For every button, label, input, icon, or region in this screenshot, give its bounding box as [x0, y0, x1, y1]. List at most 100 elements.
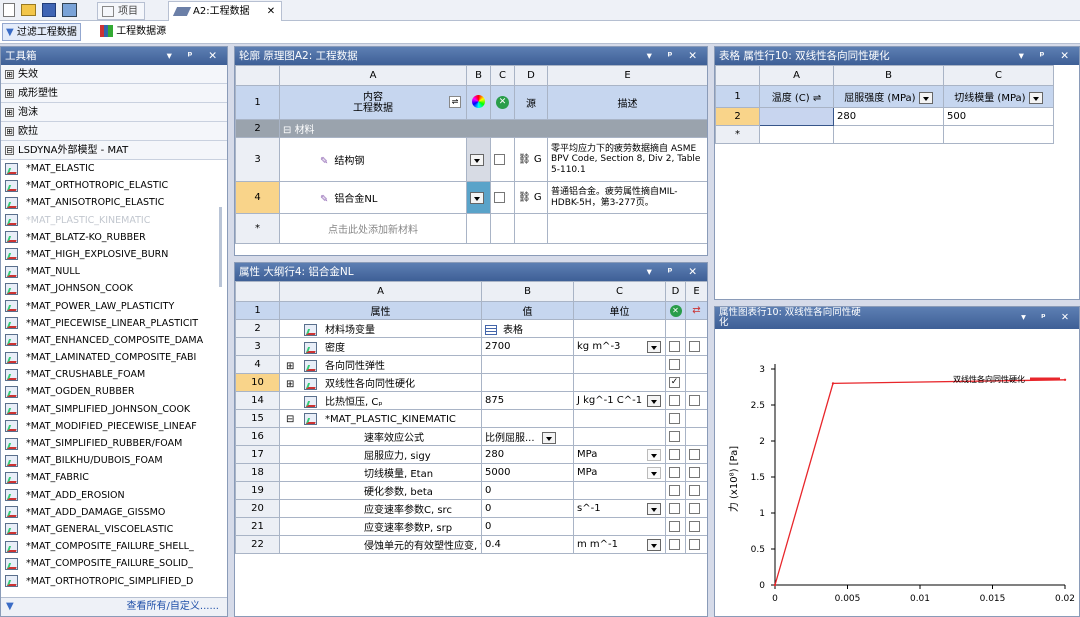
check-e[interactable]	[685, 319, 707, 338]
value-cell[interactable]: 0	[481, 481, 574, 500]
check-d[interactable]	[665, 409, 686, 428]
check-d[interactable]	[665, 535, 686, 554]
tab-project[interactable]: 项目	[97, 2, 145, 20]
panel-controls[interactable]: ▾ ᵖ ✕	[167, 47, 223, 65]
expand-icon[interactable]: ⊞	[286, 379, 300, 390]
unit-cell[interactable]	[573, 409, 666, 428]
unit-dropdown[interactable]	[647, 503, 661, 515]
tab-engineering-data[interactable]: A2:工程数据 ✕	[168, 1, 283, 21]
property-row[interactable]: 18 切线模量, Etan 5000 MPa	[235, 463, 707, 482]
expand-icon[interactable]: ⊞	[5, 69, 14, 79]
unit-dropdown[interactable]	[647, 395, 661, 407]
row4-checkbox[interactable]	[490, 181, 515, 214]
property-name-cell[interactable]: 比热恒压, Cₚ	[279, 391, 482, 410]
property-row[interactable]: 22 侵蚀单元的有效塑性应变, fs 0.4 m m^-1	[235, 535, 707, 554]
sort-icon[interactable]: ⇌	[449, 96, 461, 108]
check-e[interactable]	[685, 337, 707, 356]
property-row[interactable]: 14 比热恒压, Cₚ 875 J kg^-1 C^-1	[235, 391, 707, 410]
category-foam[interactable]: ⊞ 泡沫	[1, 103, 227, 122]
toolbox-item[interactable]: *MAT_PIECEWISE_LINEAR_PLASTICIT	[1, 315, 227, 332]
new-icon[interactable]	[3, 3, 15, 17]
property-row[interactable]: 16 速率效应公式 比例屈服...	[235, 427, 707, 446]
library-link-icon[interactable]: ⛓ G	[514, 137, 548, 182]
unit-cell[interactable]	[573, 517, 666, 536]
check-d[interactable]	[665, 391, 686, 410]
library-link-icon[interactable]: ⛓ G	[514, 181, 548, 214]
check-e[interactable]	[685, 535, 707, 554]
close-tab-icon[interactable]: ✕	[267, 6, 275, 17]
value-cell[interactable]: 2700	[481, 337, 574, 356]
property-name-cell[interactable]: 屈服应力, sigy	[279, 445, 482, 464]
category-lsdyna[interactable]: ⊟ LSDYNA外部模型 - MAT	[1, 141, 227, 160]
color-wheel-icon[interactable]	[466, 85, 491, 120]
toolbox-item[interactable]: *MAT_MODIFIED_PIECEWISE_LINEAF	[1, 418, 227, 435]
temperature-cell[interactable]	[759, 107, 834, 126]
unit-dropdown[interactable]	[1028, 92, 1043, 104]
toolbox-item[interactable]: *MAT_GENERAL_VISCOELASTIC	[1, 521, 227, 538]
check-e[interactable]	[685, 517, 707, 536]
value-cell[interactable]: 280	[481, 445, 574, 464]
property-row[interactable]: 2 材料场变量 表格	[235, 319, 707, 338]
save-icon[interactable]	[42, 3, 56, 17]
value-cell[interactable]: 表格	[481, 319, 574, 338]
toolbox-item[interactable]: *MAT_ANISOTROPIC_ELASTIC	[1, 194, 227, 211]
value-cell[interactable]: 0	[481, 517, 574, 536]
unit-cell[interactable]: s^-1	[573, 499, 666, 518]
group-row[interactable]: ⊟ 材料	[279, 119, 707, 138]
check-d[interactable]	[665, 337, 686, 356]
source-button[interactable]: 工程数据源	[100, 23, 166, 41]
toolbox-item[interactable]: *MAT_ADD_EROSION	[1, 487, 227, 504]
unit-dropdown[interactable]	[647, 449, 661, 461]
toolbox-item[interactable]: *MAT_POWER_LAW_PLASTICITY	[1, 298, 227, 315]
unit-dropdown[interactable]	[647, 539, 661, 551]
toolbox-item[interactable]: *MAT_FABRIC	[1, 469, 227, 486]
value-cell[interactable]: 875	[481, 391, 574, 410]
check-e[interactable]	[685, 499, 707, 518]
sort-icon[interactable]: ⇌	[813, 93, 821, 104]
toolbox-item[interactable]: *MAT_ORTHOTROPIC_SIMPLIFIED_D	[1, 573, 227, 590]
panel-controls[interactable]: ▾ ᵖ ✕	[647, 263, 703, 281]
property-name-cell[interactable]: ⊞ 各向同性弹性	[279, 355, 482, 374]
property-row[interactable]: 20 应变速率参数C, src 0 s^-1	[235, 499, 707, 518]
col-header-b[interactable]: B	[481, 281, 574, 302]
empty-cell[interactable]	[943, 125, 1054, 144]
material-structural-steel[interactable]: ✎ 结构钢	[279, 137, 467, 182]
view-all-link[interactable]: 查看所有/自定义......	[127, 598, 219, 616]
check-e[interactable]	[685, 427, 707, 446]
property-row[interactable]: 3 密度 2700 kg m^-3	[235, 337, 707, 356]
unit-cell[interactable]	[573, 427, 666, 446]
toolbox-item[interactable]: *MAT_LAMINATED_COMPOSITE_FABI	[1, 349, 227, 366]
check-d[interactable]	[665, 481, 686, 500]
property-row[interactable]: 10 ⊞ 双线性各向同性硬化 ✓	[235, 373, 707, 392]
expand-icon[interactable]: ⊞	[5, 107, 14, 117]
unit-cell[interactable]	[573, 373, 666, 392]
category-failure[interactable]: ⊞ 失效	[1, 65, 227, 84]
collapse-icon[interactable]: ⊟	[283, 125, 295, 136]
col-header-e[interactable]: E	[547, 65, 707, 86]
expand-icon[interactable]: ⊞	[5, 88, 14, 98]
unit-cell[interactable]: J kg^-1 C^-1	[573, 391, 666, 410]
check-e[interactable]	[685, 391, 707, 410]
value-cell[interactable]: 0.4	[481, 535, 574, 554]
toolbox-item[interactable]: *MAT_NULL	[1, 263, 227, 280]
toolbox-item[interactable]: *MAT_SIMPLIFIED_RUBBER/FOAM	[1, 435, 227, 452]
expand-icon[interactable]: ⊞	[286, 361, 300, 372]
row3-checkbox[interactable]	[490, 137, 515, 182]
property-row[interactable]: 19 硬化参数, beta 0	[235, 481, 707, 500]
toolbox-item[interactable]: *MAT_JOHNSON_COOK	[1, 280, 227, 297]
filter-button[interactable]: ▼ 过滤工程数据	[2, 23, 81, 41]
toolbox-item[interactable]: *MAT_COMPOSITE_FAILURE_SOLID_	[1, 555, 227, 572]
unit-cell[interactable]: m m^-1	[573, 535, 666, 554]
col-header-c[interactable]: C	[573, 281, 666, 302]
unit-dropdown[interactable]	[918, 92, 933, 104]
col-header-e[interactable]: E	[685, 281, 707, 302]
check-d[interactable]	[665, 463, 686, 482]
col-header-c[interactable]: C	[490, 65, 515, 86]
unit-cell[interactable]: MPa	[573, 463, 666, 482]
col-header-a[interactable]: A	[279, 65, 467, 86]
filter-icon[interactable]: ▼	[6, 598, 14, 616]
check-d[interactable]	[665, 427, 686, 446]
toolbox-item[interactable]: *MAT_OGDEN_RUBBER	[1, 383, 227, 400]
toolbox-item[interactable]: *MAT_COMPOSITE_FAILURE_SHELL_	[1, 538, 227, 555]
unit-cell[interactable]: kg m^-3	[573, 337, 666, 356]
